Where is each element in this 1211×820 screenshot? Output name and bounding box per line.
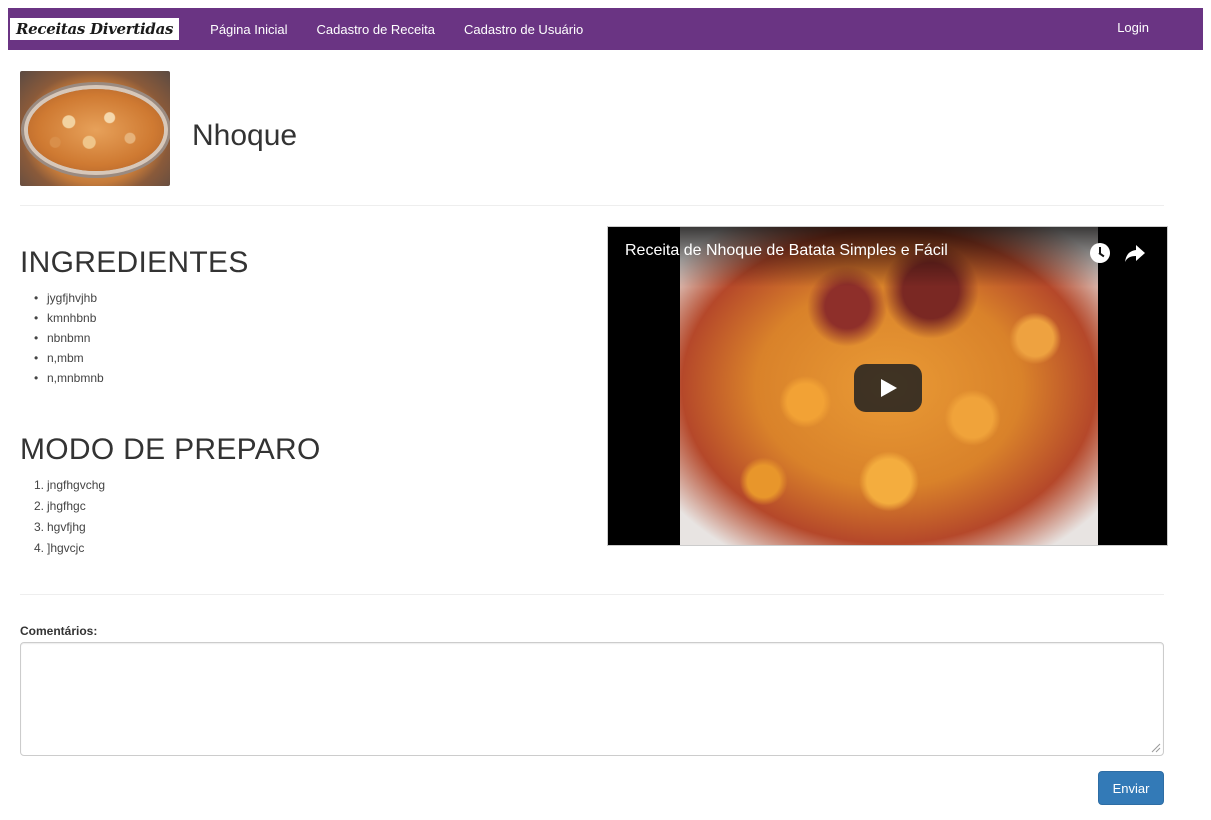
ingredient-item: jygfjhvjhb xyxy=(34,288,580,308)
nav-link-home[interactable]: Página Inicial xyxy=(210,22,287,37)
step-item: 4.]hgvcjc xyxy=(34,538,580,559)
watch-later-icon[interactable] xyxy=(1090,243,1110,263)
nav-link-login[interactable]: Login xyxy=(1117,20,1149,35)
comments-input[interactable] xyxy=(20,642,1164,756)
comments-label: Comentários: xyxy=(20,624,98,638)
ingredients-title: INGREDIENTES xyxy=(20,246,249,279)
play-button[interactable] xyxy=(854,364,922,412)
nav-link-user-register[interactable]: Cadastro de Usuário xyxy=(464,22,583,37)
video-title[interactable]: Receita de Nhoque de Batata Simples e Fá… xyxy=(625,242,948,260)
navbar: Receitas Divertidas Página Inicial Cadas… xyxy=(8,8,1203,50)
step-text: hgvfjhg xyxy=(47,520,86,534)
preparation-steps: 1. jngfhgvchg 2. jhgfhgc 3. hgvfjhg 4.]hgvc… xyxy=(20,475,580,559)
send-button[interactable]: Enviar xyxy=(1098,771,1164,805)
nav-links: Página Inicial Cadastro de Receita Cadas… xyxy=(210,22,612,37)
share-icon[interactable] xyxy=(1124,243,1146,263)
nav-link-recipe-register[interactable]: Cadastro de Receita xyxy=(316,22,435,37)
ingredient-item: n,mbm xyxy=(34,348,580,368)
divider-top xyxy=(20,205,1164,206)
ingredient-item: n,mnbmnb xyxy=(34,368,580,388)
divider-bottom xyxy=(20,594,1164,595)
preparation-title: MODO DE PREPARO xyxy=(20,433,321,466)
recipe-title: Nhoque xyxy=(192,118,298,152)
ingredient-item: nbnbmn xyxy=(34,328,580,348)
ingredient-item: kmnhbnb xyxy=(34,308,580,328)
video-player[interactable]: Receita de Nhoque de Batata Simples e Fá… xyxy=(607,226,1168,546)
recipe-header: Nhoque xyxy=(20,71,297,186)
step-text: jhgfhgc xyxy=(47,499,86,513)
step-text: ]hgvcjc xyxy=(47,541,85,555)
step-item: 1. jngfhgvchg xyxy=(34,475,580,496)
dish-image xyxy=(28,89,164,171)
recipe-thumbnail xyxy=(20,71,170,186)
ingredients-list: jygfjhvjhb kmnhbnb nbnbmn n,mbm n,mnbmnb xyxy=(20,288,580,388)
step-text: jngfhgvchg xyxy=(47,478,106,492)
step-item: 2. jhgfhgc xyxy=(34,496,580,517)
recipe-details: INGREDIENTES jygfjhvjhb kmnhbnb nbnbmn n… xyxy=(20,246,580,559)
step-item: 3. hgvfjhg xyxy=(34,517,580,538)
resize-grip-icon[interactable] xyxy=(1151,743,1161,753)
brand-logo[interactable]: Receitas Divertidas xyxy=(10,18,180,40)
